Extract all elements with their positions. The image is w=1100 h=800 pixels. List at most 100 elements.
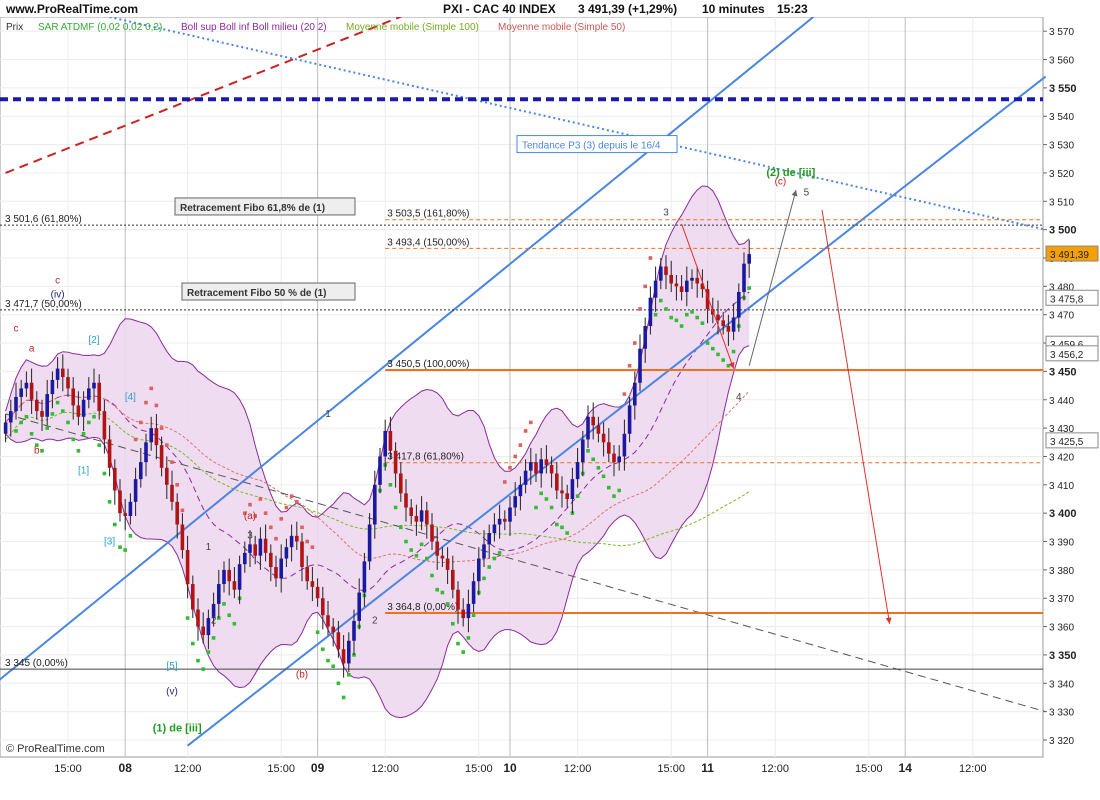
chart-title: PXI - CAC 40 INDEX [443, 2, 556, 16]
sar-dot [19, 420, 23, 425]
candle-body [305, 567, 309, 582]
sar-dot [591, 457, 595, 462]
y-tick-label: 3 420 [1049, 452, 1074, 463]
sar-dot [201, 667, 205, 671]
sar-dot [76, 448, 81, 453]
x-tick-label: 11 [701, 761, 714, 775]
candle-body [653, 280, 658, 298]
sar-dot [159, 426, 164, 430]
sar-dot [705, 341, 710, 345]
sar-dot [81, 431, 86, 436]
candle-body [383, 430, 387, 457]
candle-body [201, 626, 205, 636]
sar-dot [445, 602, 450, 606]
sar-dot [180, 508, 185, 513]
candle-body [315, 586, 320, 599]
candle-body [45, 394, 49, 417]
candle-body [123, 513, 127, 517]
candle-body [664, 266, 668, 276]
sar-dot [144, 400, 148, 405]
sar-dot [648, 256, 653, 260]
candle-body [633, 382, 637, 406]
candle-body [274, 567, 278, 579]
candle-body [191, 584, 195, 610]
sar-dot [653, 312, 658, 317]
candle-body [289, 535, 294, 548]
sar-dot [310, 545, 315, 549]
sar-dot [388, 483, 393, 487]
candle-body [393, 450, 398, 474]
legend-prix: Prix [6, 22, 23, 33]
sar-dot [232, 621, 237, 626]
y-tick-label: 3 390 [1049, 538, 1074, 549]
sar-dot [466, 636, 471, 640]
price-chart[interactable]: 3 501,6 (61,80%) 3 471,7 (50,00%) 3 345 (0… [0, 0, 1100, 800]
candle-body [373, 484, 377, 525]
legend-bollinger: Boll sup Boll inf Boll milieu (20 2) [181, 22, 327, 33]
sar-dot [191, 641, 195, 646]
candle-body [674, 283, 679, 287]
sar-dot [695, 315, 699, 320]
candle-body [430, 524, 434, 542]
sar-dot [258, 497, 263, 501]
sar-dot [711, 346, 715, 351]
legend-sar: SAR ATDMF (0,02 0,02 0,2) [38, 22, 162, 33]
level-label: 3 493,4 (150,00%) [387, 237, 469, 248]
sar-dot [461, 650, 465, 654]
y-tick-label: 3 450 [1049, 366, 1077, 378]
candle-body [685, 280, 689, 293]
sar-dot [211, 636, 216, 640]
sar-dot [700, 321, 705, 326]
y-tick-label: 3 440 [1049, 396, 1074, 407]
candle-body [331, 626, 335, 633]
sar-dot [185, 616, 190, 620]
x-tick-label: 12:00 [959, 763, 987, 775]
wave-label: 5 [804, 188, 810, 199]
legend-ma50: Moyenne mobile (Simple 50) [498, 22, 625, 33]
sar-dot [92, 414, 96, 419]
y-tick-label: 3 560 [1049, 56, 1074, 67]
candle-body [617, 456, 621, 463]
level-label: 3 503,5 (161,80%) [387, 209, 469, 220]
candle-body [669, 275, 673, 284]
sar-dot [518, 443, 523, 447]
candle-body [471, 581, 476, 604]
candle-body [643, 326, 647, 349]
sar-dot [170, 460, 174, 464]
candle-body [539, 459, 543, 474]
candle-body [222, 569, 226, 585]
sar-dot [523, 429, 528, 433]
candle-body [300, 541, 304, 568]
candle-body [35, 399, 39, 412]
sar-dot [97, 443, 101, 447]
candle-body [217, 584, 221, 604]
sar-dot [300, 525, 304, 530]
sar-dot [414, 553, 419, 558]
candle-body [87, 388, 91, 400]
sar-dot [513, 454, 517, 459]
candle-body [185, 550, 190, 585]
candle-body [347, 640, 351, 664]
x-tick-label: 12:00 [371, 763, 399, 775]
sar-dot [341, 695, 346, 700]
candle-body [378, 456, 382, 485]
sar-dot [487, 565, 491, 569]
candle-body [128, 501, 133, 517]
sar-dot [321, 647, 325, 652]
candle-body [66, 377, 70, 389]
candle-body [159, 445, 164, 468]
candle-body [419, 510, 424, 522]
wave-label: c [55, 276, 60, 287]
fibo-50-box-label: Retracement Fibo 50 % de (1) [187, 288, 326, 299]
sar-dot [669, 315, 673, 320]
candle-body [139, 462, 143, 480]
candle-body [716, 314, 720, 321]
sar-dot [315, 630, 320, 635]
sar-dot [45, 426, 49, 430]
candle-body [534, 462, 538, 474]
candle-body [596, 425, 601, 434]
sar-dot [128, 534, 133, 538]
wave-label: 1 [325, 409, 331, 420]
y-tick-label: 3 470 [1049, 311, 1074, 322]
candle-body [414, 516, 419, 522]
